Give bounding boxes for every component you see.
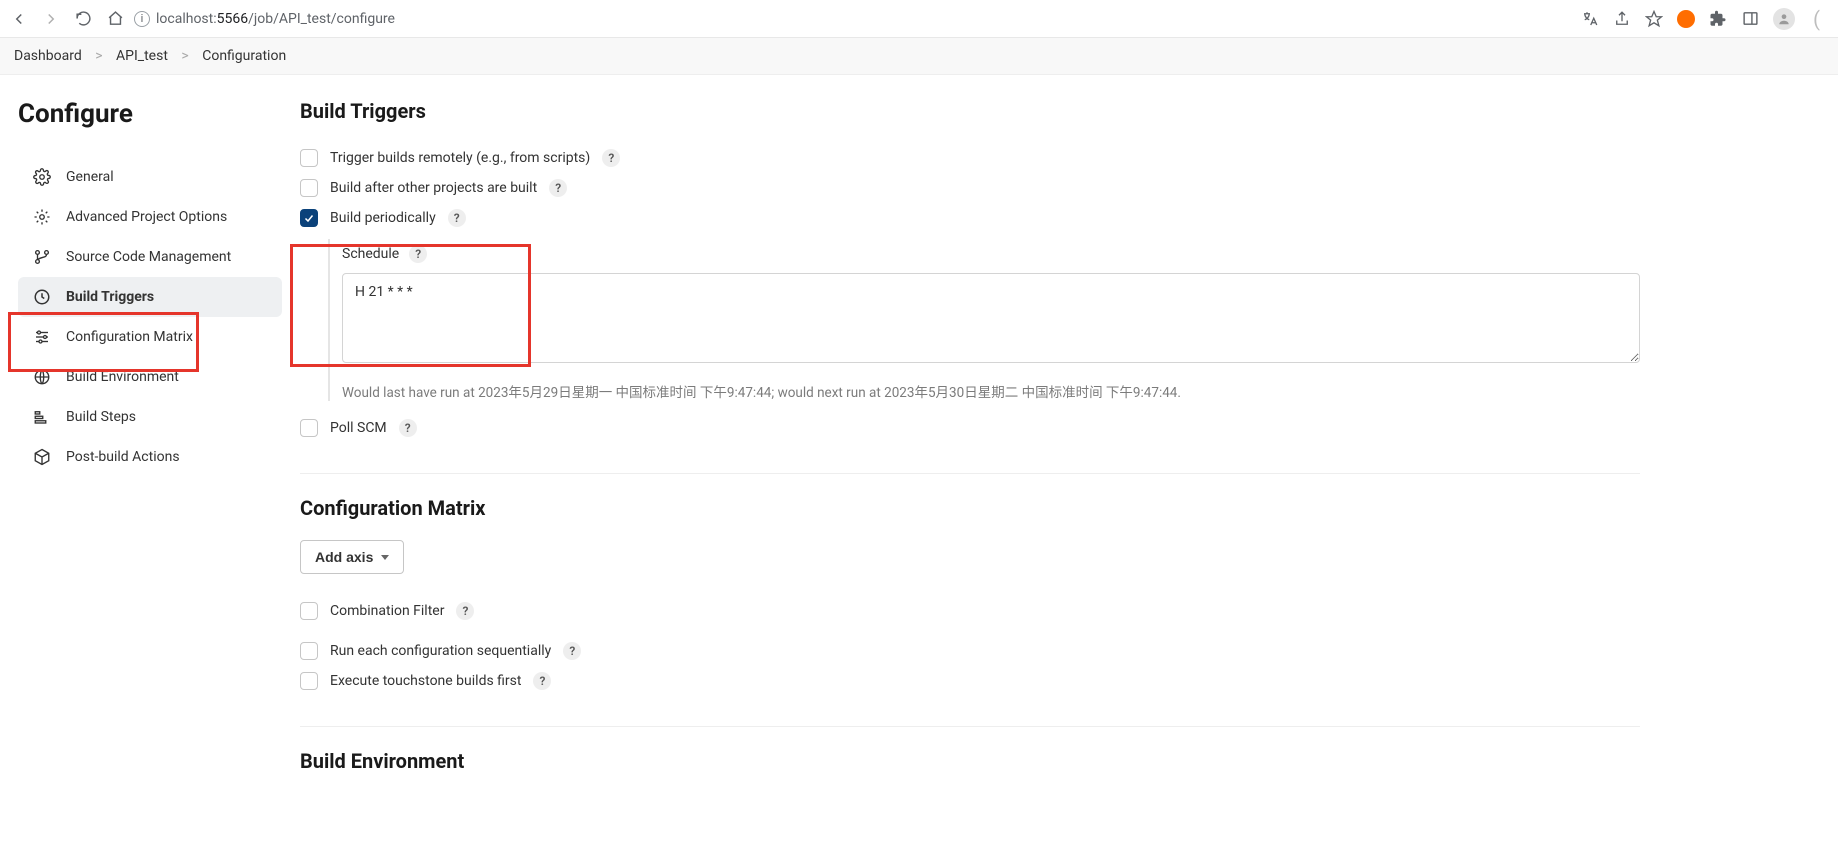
translate-icon[interactable]	[1581, 10, 1599, 28]
option-label: Run each configuration sequentially	[330, 643, 551, 659]
extensions-icon[interactable]	[1709, 10, 1727, 28]
url-port: 5566	[217, 11, 248, 27]
browser-toolbar: i localhost:5566/job/API_test/configure …	[0, 0, 1838, 38]
globe-icon	[32, 367, 52, 387]
checkbox[interactable]	[300, 149, 318, 167]
schedule-block: Schedule ? Would last have run at 2023年5…	[328, 239, 1640, 401]
site-info-icon[interactable]: i	[134, 11, 150, 27]
share-icon[interactable]	[1613, 10, 1631, 28]
section-build-triggers-title: Build Triggers	[300, 99, 1640, 123]
reload-icon[interactable]	[74, 10, 92, 28]
sidebar-item-config-matrix[interactable]: Configuration Matrix	[18, 317, 282, 357]
panel-icon[interactable]	[1741, 10, 1759, 28]
url-path: /job/API_test/configure	[248, 11, 395, 27]
help-icon[interactable]: ?	[563, 642, 581, 660]
schedule-label: Schedule	[342, 246, 399, 262]
option-label: Build after other projects are built	[330, 180, 537, 196]
extension-badge-icon[interactable]	[1677, 10, 1695, 28]
url-host: localhost:	[156, 11, 217, 27]
steps-icon	[32, 407, 52, 427]
option-label: Trigger builds remotely (e.g., from scri…	[330, 150, 590, 166]
option-touchstone[interactable]: Execute touchstone builds first ?	[300, 666, 1640, 696]
option-poll-scm[interactable]: Poll SCM ?	[300, 413, 1640, 443]
forward-icon[interactable]	[42, 10, 60, 28]
profile-avatar[interactable]	[1773, 8, 1795, 30]
sidebar-item-label: Build Triggers	[66, 289, 154, 305]
clock-icon	[32, 287, 52, 307]
home-icon[interactable]	[106, 10, 124, 28]
sidebar-item-general[interactable]: General	[18, 157, 282, 197]
section-config-matrix-title: Configuration Matrix	[300, 496, 1640, 520]
box-icon	[32, 447, 52, 467]
help-icon[interactable]: ?	[549, 179, 567, 197]
checkbox[interactable]	[300, 179, 318, 197]
address-bar[interactable]: i localhost:5566/job/API_test/configure	[134, 11, 1571, 27]
page-title: Configure	[18, 99, 300, 129]
checkbox[interactable]	[300, 602, 318, 620]
sidebar-item-scm[interactable]: Source Code Management	[18, 237, 282, 277]
option-label: Poll SCM	[330, 420, 387, 436]
sidebar-item-build-steps[interactable]: Build Steps	[18, 397, 282, 437]
option-build-periodically[interactable]: Build periodically ?	[300, 203, 1640, 233]
add-axis-button[interactable]: Add axis	[300, 540, 404, 574]
section-divider	[300, 473, 1640, 474]
option-combination-filter[interactable]: Combination Filter ?	[300, 596, 1640, 626]
gear-icon	[32, 207, 52, 227]
help-icon[interactable]: ?	[456, 602, 474, 620]
crumb-dashboard[interactable]: Dashboard	[14, 48, 82, 64]
sidebar-item-label: Source Code Management	[66, 249, 231, 265]
checkbox[interactable]	[300, 672, 318, 690]
back-icon[interactable]	[10, 10, 28, 28]
sidebar-item-label: Build Steps	[66, 409, 136, 425]
breadcrumb: Dashboard > API_test > Configuration	[0, 38, 1838, 75]
sidebar-item-build-triggers[interactable]: Build Triggers	[18, 277, 282, 317]
option-build-after[interactable]: Build after other projects are built ?	[300, 173, 1640, 203]
breadcrumb-sep: >	[171, 48, 198, 64]
help-icon[interactable]: ?	[448, 209, 466, 227]
section-divider	[300, 726, 1640, 727]
option-label: Build periodically	[330, 210, 436, 226]
sidebar-item-advanced[interactable]: Advanced Project Options	[18, 197, 282, 237]
schedule-input[interactable]	[342, 273, 1640, 363]
main-content: Build Triggers Trigger builds remotely (…	[300, 75, 1700, 833]
sidebar-item-label: Advanced Project Options	[66, 209, 227, 225]
option-label: Execute touchstone builds first	[330, 673, 521, 689]
help-icon[interactable]: ?	[409, 245, 427, 263]
sidebar-item-label: Build Environment	[66, 369, 179, 385]
sidebar-item-label: Configuration Matrix	[66, 329, 193, 345]
crumb-configuration[interactable]: Configuration	[202, 48, 286, 64]
section-build-env-title: Build Environment	[300, 749, 1640, 773]
branch-icon	[32, 247, 52, 267]
add-axis-label: Add axis	[315, 549, 373, 565]
checkbox-checked[interactable]	[300, 209, 318, 227]
bookmark-icon[interactable]	[1645, 10, 1663, 28]
help-icon[interactable]: ?	[602, 149, 620, 167]
sidebar-item-post-build[interactable]: Post-build Actions	[18, 437, 282, 477]
schedule-info-text: Would last have run at 2023年5月29日星期一 中国标…	[342, 381, 1640, 401]
overflow-indicator: (	[1809, 7, 1820, 31]
sidebar-item-label: General	[66, 169, 114, 185]
option-trigger-remotely[interactable]: Trigger builds remotely (e.g., from scri…	[300, 143, 1640, 173]
checkbox[interactable]	[300, 419, 318, 437]
chevron-down-icon	[381, 555, 389, 560]
option-run-sequentially[interactable]: Run each configuration sequentially ?	[300, 636, 1640, 666]
option-label: Combination Filter	[330, 603, 444, 619]
sidebar-item-label: Post-build Actions	[66, 449, 180, 465]
gear-icon	[32, 167, 52, 187]
help-icon[interactable]: ?	[533, 672, 551, 690]
breadcrumb-sep: >	[85, 48, 112, 64]
crumb-apitest[interactable]: API_test	[116, 48, 168, 64]
sidebar: Configure General Advanced Project Optio…	[0, 75, 300, 833]
sliders-icon	[32, 327, 52, 347]
checkbox[interactable]	[300, 642, 318, 660]
help-icon[interactable]: ?	[399, 419, 417, 437]
sidebar-item-build-env[interactable]: Build Environment	[18, 357, 282, 397]
